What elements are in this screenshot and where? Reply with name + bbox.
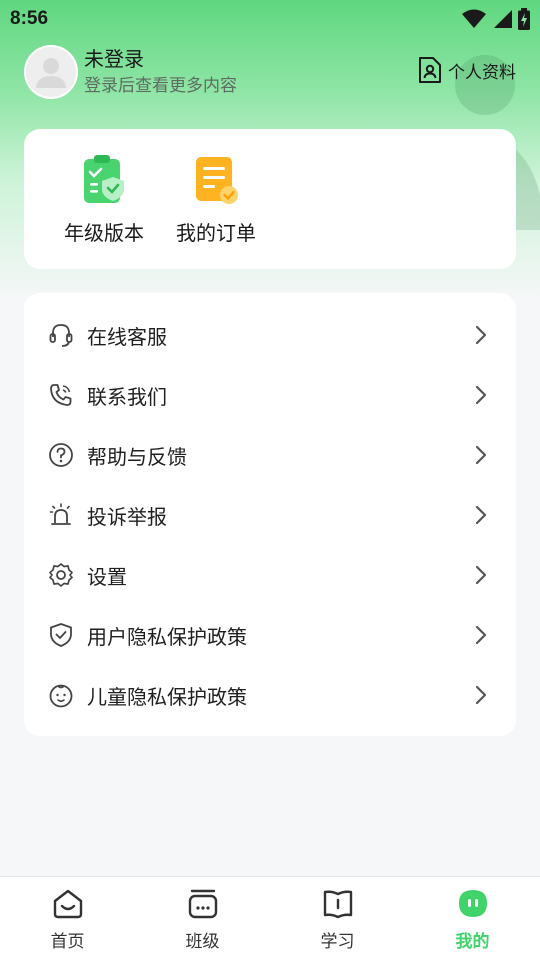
clipboard-shield-icon (84, 155, 124, 203)
my-orders-label: 我的订单 (176, 221, 256, 245)
status-bar: 8:56 (0, 0, 540, 38)
tab-class[interactable]: 班级 (135, 877, 270, 960)
chevron-right-icon (475, 505, 487, 525)
chevron-right-icon (475, 565, 487, 585)
headset-icon (48, 322, 74, 348)
menu-item-contact-us[interactable]: 联系我们 (24, 365, 516, 425)
tab-study[interactable]: 学习 (270, 877, 405, 960)
menu-item-settings[interactable]: 设置 (24, 545, 516, 605)
tab-label: 首页 (50, 932, 85, 952)
tab-label: 班级 (185, 932, 220, 952)
grade-version-label: 年级版本 (64, 221, 144, 245)
tab-me[interactable]: 我的 (405, 877, 540, 960)
child-face-icon (48, 682, 74, 708)
grade-version-button[interactable]: 年级版本 (48, 129, 160, 269)
menu-label: 帮助与反馈 (87, 444, 187, 469)
battery-icon (518, 8, 530, 30)
chevron-right-icon (475, 325, 487, 345)
personal-info-button[interactable]: 个人资料 (418, 56, 516, 84)
login-status-name[interactable]: 未登录 (84, 46, 237, 72)
signal-icon (494, 10, 512, 28)
menu-item-online-service[interactable]: 在线客服 (24, 305, 516, 365)
menu-list: 在线客服 联系我们 帮助与反馈 投诉举报 设置 用户隐私保护政策 儿童隐私保护政… (24, 293, 516, 736)
menu-label: 投诉举报 (87, 504, 167, 529)
personal-info-label: 个人资料 (448, 62, 516, 83)
wifi-icon (462, 9, 486, 28)
profile-text: 未登录 登录后查看更多内容 (84, 46, 237, 98)
tab-home[interactable]: 首页 (0, 877, 135, 960)
book-icon (323, 890, 352, 919)
chevron-right-icon (475, 625, 487, 645)
chevron-right-icon (475, 385, 487, 405)
avatar[interactable] (24, 45, 78, 99)
status-icons (462, 8, 530, 30)
menu-item-child-privacy[interactable]: 儿童隐私保护政策 (24, 665, 516, 725)
order-document-icon (196, 157, 238, 204)
default-avatar-icon (36, 58, 66, 88)
home-icon (53, 889, 82, 919)
menu-label: 儿童隐私保护政策 (87, 684, 247, 709)
profile-header[interactable]: 未登录 登录后查看更多内容 个人资料 (24, 44, 524, 100)
class-icon (188, 889, 217, 919)
me-icon (458, 890, 487, 917)
shield-check-icon (48, 622, 74, 648)
menu-item-complaint-report[interactable]: 投诉举报 (24, 485, 516, 545)
menu-label: 用户隐私保护政策 (87, 624, 247, 649)
menu-label: 设置 (87, 564, 127, 589)
phone-icon (48, 382, 74, 408)
menu-item-user-privacy[interactable]: 用户隐私保护政策 (24, 605, 516, 665)
chevron-right-icon (475, 445, 487, 465)
alarm-icon (48, 502, 74, 528)
status-time: 8:56 (10, 8, 49, 29)
menu-label: 联系我们 (87, 384, 167, 409)
login-hint: 登录后查看更多内容 (84, 76, 237, 96)
bottom-navigation: 首页 班级 学习 我的 (0, 876, 540, 960)
my-orders-button[interactable]: 我的订单 (160, 129, 272, 269)
menu-label: 在线客服 (87, 324, 167, 349)
tab-label: 我的 (455, 932, 490, 952)
gear-icon (48, 562, 74, 588)
tab-label: 学习 (320, 932, 355, 952)
help-circle-icon (48, 442, 74, 468)
chevron-right-icon (475, 685, 487, 705)
quick-actions-card: 年级版本 我的订单 (24, 129, 516, 269)
menu-item-help-feedback[interactable]: 帮助与反馈 (24, 425, 516, 485)
profile-document-icon (419, 57, 441, 83)
